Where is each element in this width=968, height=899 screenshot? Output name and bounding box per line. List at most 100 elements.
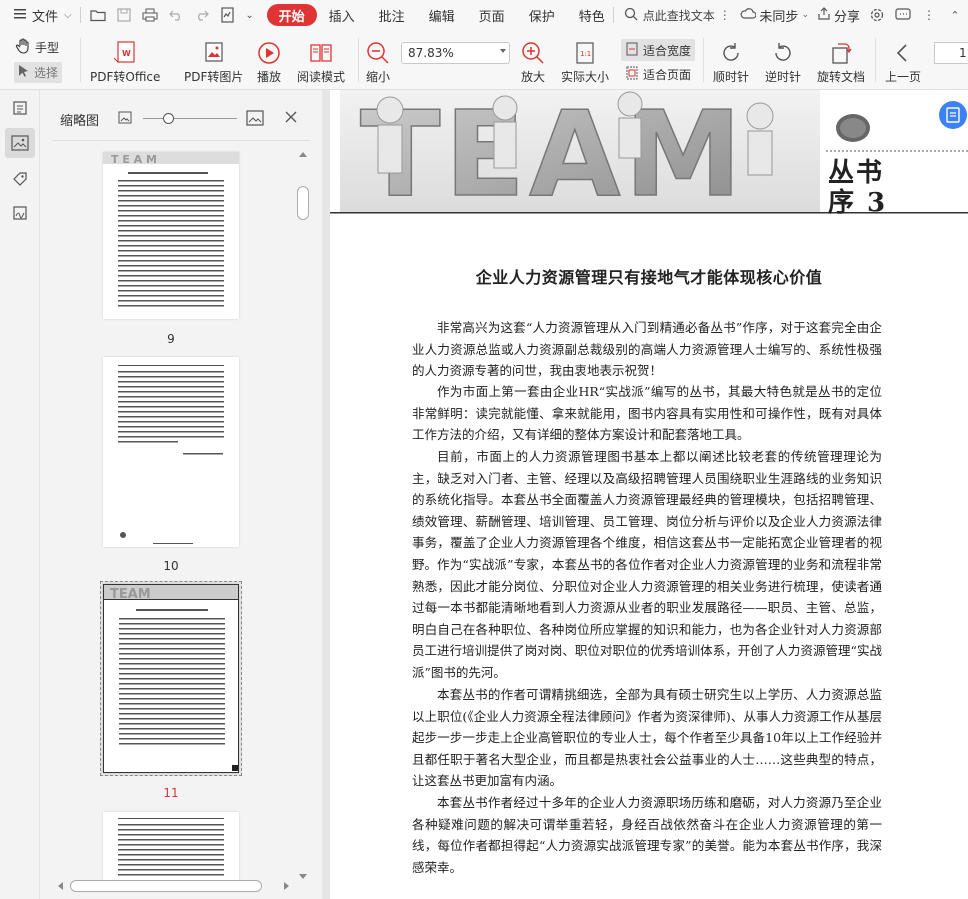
actual-size-label: 实际大小 — [561, 70, 610, 84]
more-chevron-icon[interactable]: ⌄ — [241, 2, 259, 28]
search-icon — [624, 7, 638, 24]
rotate-counterclockwise-label: 逆时针 — [765, 70, 802, 84]
more-vertical-icon[interactable]: ⋮ — [916, 2, 942, 28]
file-menu[interactable]: 文件 ⌵ — [10, 0, 76, 30]
scroll-thumb-horizontal[interactable] — [70, 880, 262, 892]
search-box[interactable]: 点此查找文本 ⋮ — [624, 7, 731, 24]
actual-size-icon: 1:1 — [572, 38, 598, 68]
cloud-sync-icon — [740, 7, 757, 23]
scroll-down-arrow-icon[interactable] — [299, 874, 307, 879]
rotate-counterclockwise-button[interactable]: 逆时针 — [765, 38, 801, 85]
sync-label: 未同步 — [759, 9, 799, 25]
zoom-out-button[interactable]: 缩小 — [365, 38, 391, 85]
floating-tool-icon — [946, 107, 960, 123]
thumbnail-view-icon[interactable] — [5, 128, 35, 158]
scroll-up-arrow-icon[interactable] — [299, 152, 307, 157]
collapse-ribbon-icon[interactable]: ⌃ — [942, 2, 968, 28]
open-folder-icon[interactable] — [85, 2, 111, 28]
read-mode-button[interactable]: 阅读模式 — [297, 38, 345, 85]
paragraph-5: 本套丛书的作者可谓精挑细选，全部为具有硕士研究生以上学历、人力资源总监以上职位(… — [412, 687, 882, 788]
rotate-document-button[interactable]: 旋转文档 — [817, 38, 865, 85]
undo-icon[interactable] — [163, 2, 189, 28]
slider-handle[interactable] — [163, 113, 174, 124]
zoom-level-value: 87.83% — [408, 46, 454, 60]
thumbnail-page-9[interactable]: T E A M — [103, 152, 239, 319]
outline-icon[interactable] — [5, 93, 35, 123]
pdf-to-office-button[interactable]: W PDF转Office — [90, 38, 160, 85]
floating-tool-button[interactable] — [939, 101, 967, 129]
tab-home[interactable]: 开始 — [266, 4, 317, 26]
scroll-right-arrow-icon[interactable] — [284, 882, 289, 890]
bookmark-tag-icon[interactable] — [5, 164, 35, 194]
svg-text:T E A M: T E A M — [111, 153, 157, 166]
save-icon[interactable] — [111, 2, 137, 28]
redo-icon[interactable] — [189, 2, 215, 28]
play-icon — [256, 38, 282, 68]
tab-home-label: 开始 — [278, 9, 305, 25]
scroll-thumb[interactable] — [297, 186, 309, 220]
chevron-left-icon — [890, 38, 916, 68]
prev-page-button[interactable]: 上一页 — [885, 38, 921, 85]
pdf-to-office-label: PDF转Office — [90, 70, 161, 84]
menu-bar: 文件 ⌵ ⌄ 开始 插入 批注 编辑 页面 保护 特色 点此查找文本 ⋮ 未同步… — [0, 0, 968, 30]
pdf-tool-icon[interactable] — [215, 2, 241, 28]
hamburger-icon — [14, 8, 26, 23]
thumbnail-page-12[interactable] — [103, 812, 239, 882]
thumbnail-small-icon[interactable] — [118, 111, 132, 127]
tab-features[interactable]: 特色 — [567, 4, 609, 26]
rotate-clockwise-button[interactable]: 顺时针 — [713, 38, 749, 85]
thumbnail-label-10: 10 — [163, 559, 179, 573]
zoom-level-field[interactable]: 87.83% — [401, 42, 510, 64]
divider — [358, 38, 359, 82]
fit-page-button[interactable]: 适合页面 — [621, 63, 695, 85]
fit-width-button[interactable]: 适合宽度 — [621, 39, 696, 61]
document-page: TEAM 丛书 序 3 企业人力资源管理只有接地气才能体现核心价值 非常高兴为这… — [330, 90, 968, 899]
tab-edit[interactable]: 编辑 — [417, 4, 467, 26]
divider — [80, 38, 81, 82]
zoom-in-icon — [520, 38, 546, 68]
chevron-down-icon: ⌵ — [64, 9, 72, 21]
document-gutter — [322, 90, 330, 899]
banner-preface-label: 序 3 — [828, 188, 888, 218]
thumbnail-size-slider[interactable] — [143, 113, 237, 124]
settings-gear-icon[interactable] — [864, 2, 890, 28]
hand-icon — [15, 38, 31, 57]
fit-page-icon — [625, 66, 639, 83]
paragraph-2: 作为市面上第一套由企业HR“实战派”编写的丛书，其最大特色就是丛书的定位非常鲜明… — [412, 384, 882, 442]
share-button[interactable]: 分享 — [813, 0, 864, 30]
signature-icon[interactable] — [5, 198, 35, 228]
play-button[interactable]: 播放 — [256, 38, 282, 85]
pdf-to-image-label: PDF转图片 — [184, 70, 244, 84]
tab-insert[interactable]: 插入 — [317, 4, 367, 26]
more-vertical-icon[interactable]: ⋮ — [719, 8, 731, 22]
tab-annotate[interactable]: 批注 — [367, 4, 417, 26]
thumbnail-large-icon[interactable] — [246, 110, 264, 129]
hand-tool-button[interactable]: 手型 — [15, 38, 59, 57]
scroll-left-arrow-icon[interactable] — [58, 882, 63, 890]
page-number-field[interactable]: 11 — [934, 42, 968, 64]
tab-page[interactable]: 页面 — [467, 4, 517, 26]
actual-size-button[interactable]: 1:1 实际大小 — [561, 38, 609, 85]
sync-status[interactable]: 未同步 ⌄ — [736, 0, 813, 30]
document-view[interactable]: TEAM 丛书 序 3 企业人力资源管理只有接地气才能体现核心价值 非常高兴为这… — [322, 90, 968, 899]
pdf-to-image-button[interactable]: PDF转图片 — [184, 38, 243, 85]
zoom-in-button[interactable]: 放大 — [520, 38, 546, 85]
thumbnail-page-11-content: TEAM — [104, 585, 238, 771]
left-rail — [0, 90, 40, 899]
close-icon[interactable] — [284, 110, 298, 127]
thumbnail-vertical-scrollbar[interactable] — [296, 150, 310, 888]
thumbnail-page-11[interactable]: TEAM — [103, 584, 239, 773]
read-mode-label: 阅读模式 — [297, 70, 346, 84]
svg-text:1:1: 1:1 — [580, 50, 591, 58]
tab-protect[interactable]: 保护 — [517, 4, 567, 26]
zoom-in-label: 放大 — [520, 70, 545, 84]
comment-icon[interactable] — [890, 2, 916, 28]
thumbnail-page-10[interactable] — [103, 357, 239, 547]
select-tool-button[interactable]: 选择 — [14, 62, 63, 83]
thumbnail-horizontal-scrollbar[interactable] — [52, 879, 296, 893]
thumbnail-page-10-content — [118, 365, 224, 544]
search-label: 点此查找文本 — [642, 8, 715, 23]
chevron-down-icon[interactable] — [500, 49, 506, 53]
print-icon[interactable] — [137, 2, 163, 28]
rotate-document-icon — [828, 38, 854, 68]
